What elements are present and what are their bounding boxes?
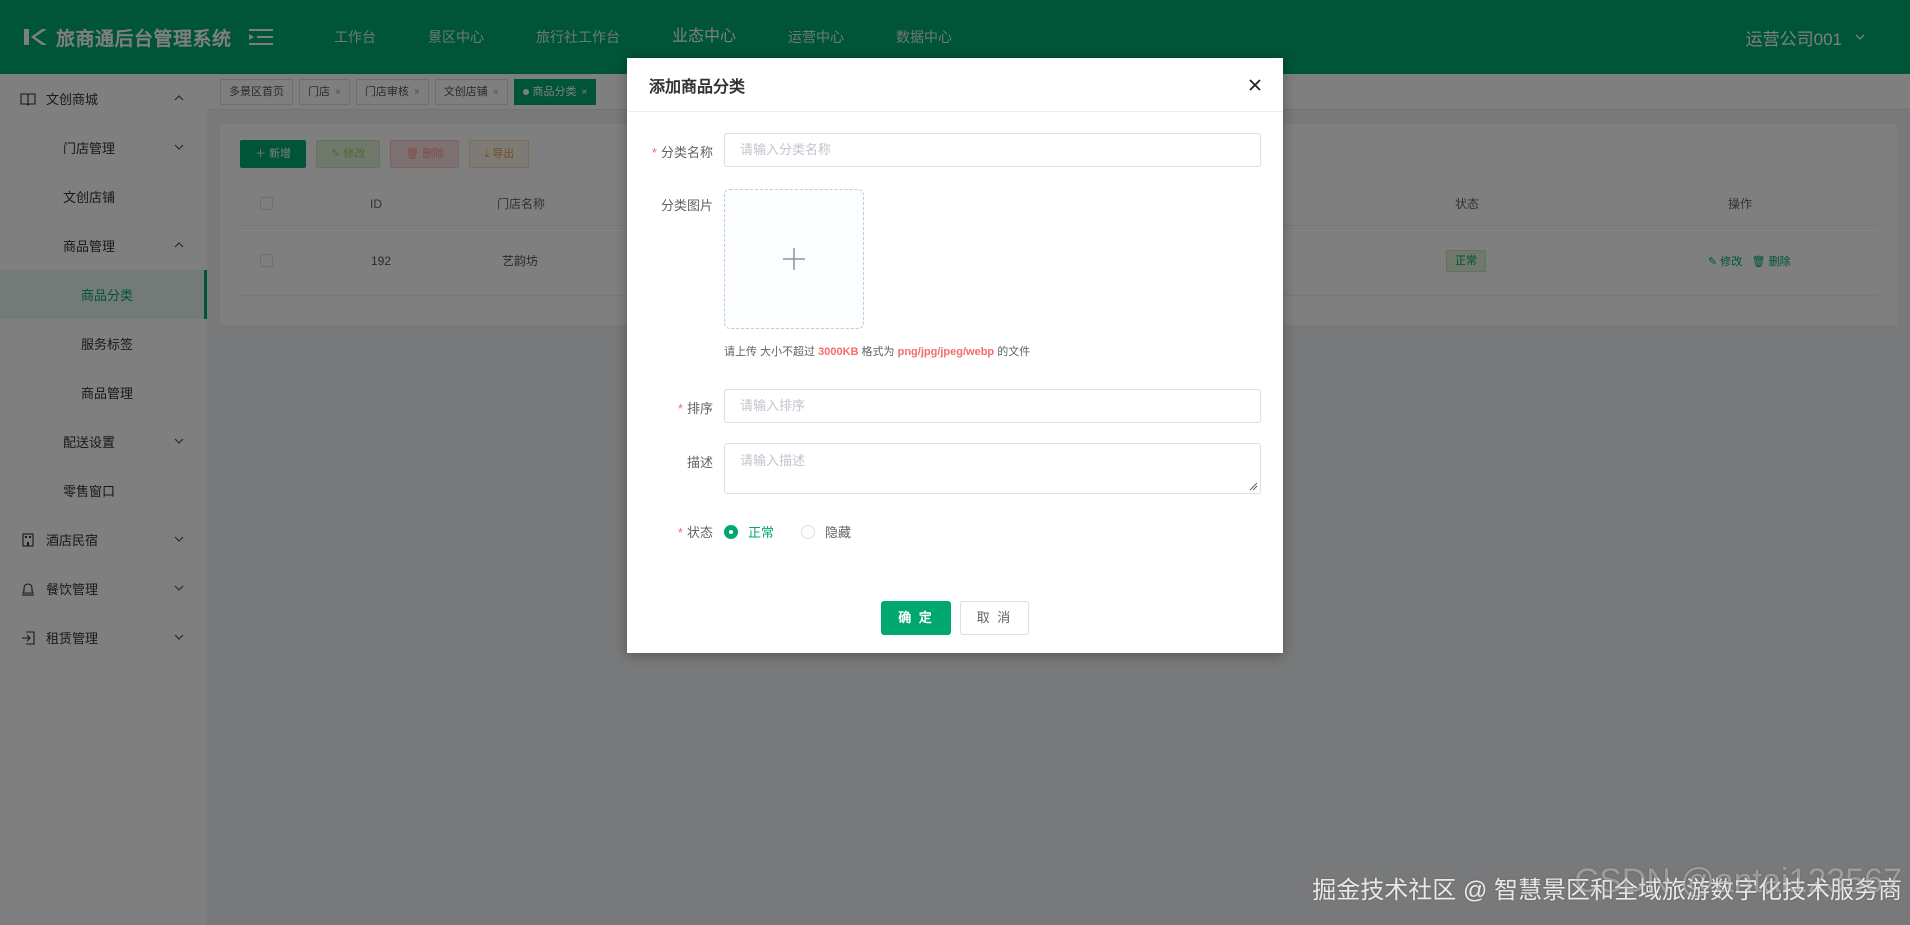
- sort-label: * 排序: [677, 401, 713, 416]
- add-category-dialog: 添加商品分类 * 分类名称 请输入分类名称 分类图片 请上传 大小不超过 3000…: [627, 58, 1283, 653]
- confirm-button[interactable]: 确 定: [881, 601, 951, 635]
- sort-placeholder: 请输入排序: [740, 398, 806, 413]
- watermark-secondary: CSDN @antai123567: [1574, 862, 1902, 900]
- status-normal-label: 正常: [748, 525, 775, 540]
- description-label: 描述: [686, 455, 713, 470]
- tip-size: 3000KB: [818, 346, 859, 358]
- upload-tip: 请上传 大小不超过 3000KB 格式为 png/jpg/jpeg/webp 的…: [724, 343, 1030, 359]
- sort-label-text: 排序: [686, 401, 713, 416]
- status-label: * 状态: [677, 525, 713, 540]
- name-label: * 分类名称: [651, 145, 713, 160]
- status-radio-hidden[interactable]: 隐藏: [801, 522, 851, 541]
- status-label-text: 状态: [686, 525, 713, 540]
- image-uploader[interactable]: [724, 189, 864, 329]
- resize-handle-icon[interactable]: [1249, 482, 1258, 491]
- status-hidden-label: 隐藏: [825, 525, 852, 540]
- close-icon[interactable]: [1245, 75, 1265, 95]
- cancel-button[interactable]: 取 消: [960, 601, 1029, 635]
- radio-unchecked-icon: [801, 524, 815, 539]
- radio-checked-icon: [724, 524, 738, 539]
- category-name-placeholder: 请输入分类名称: [740, 142, 832, 157]
- plus-icon: [783, 248, 805, 270]
- category-name-input[interactable]: 请输入分类名称: [724, 133, 1261, 167]
- image-label: 分类图片: [660, 198, 713, 213]
- description-placeholder: 请输入描述: [740, 453, 806, 468]
- tip-formats: png/jpg/jpeg/webp: [897, 346, 995, 358]
- name-label-text: 分类名称: [660, 145, 713, 160]
- sort-input[interactable]: 请输入排序: [724, 389, 1261, 423]
- status-radio-normal[interactable]: 正常: [724, 522, 774, 541]
- watermark: CSDN @antai123567 掘金技术社区 @ 智慧景区和全域旅游数字化技…: [1312, 862, 1902, 905]
- tip-mid: 格式为: [861, 346, 895, 358]
- tip-suffix: 的文件: [997, 346, 1031, 358]
- description-textarea[interactable]: 请输入描述: [724, 443, 1261, 494]
- dialog-title: 添加商品分类: [627, 58, 1283, 112]
- tip-prefix: 请上传 大小不超过: [724, 346, 816, 358]
